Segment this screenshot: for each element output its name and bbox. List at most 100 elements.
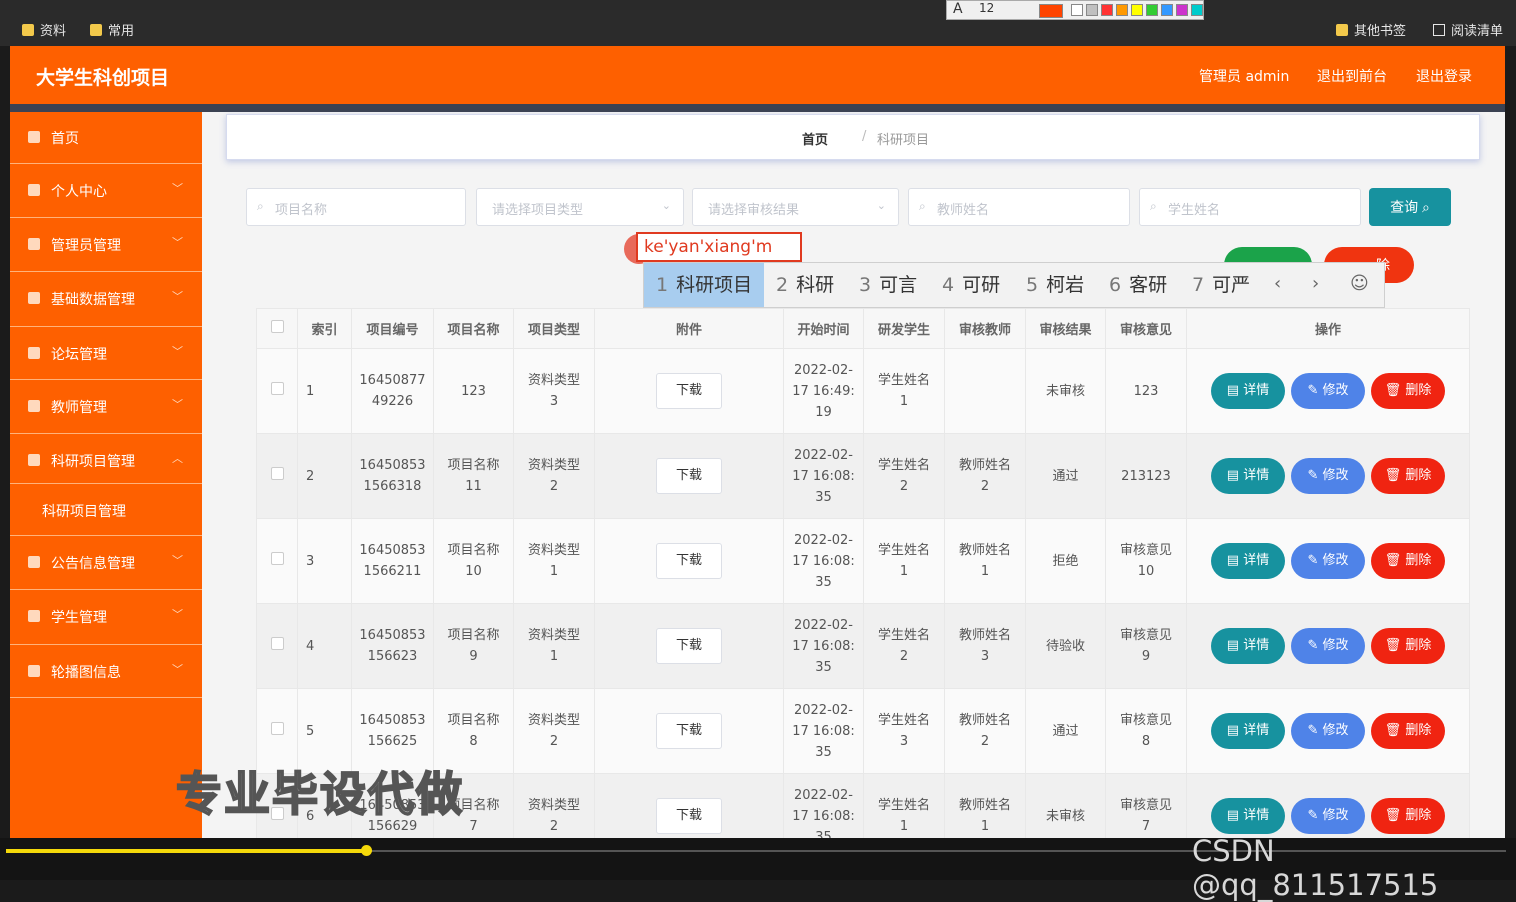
bookmark-folder-ziliao[interactable]: 资料 — [22, 20, 66, 39]
sidebar-item[interactable]: 基础数据管理 ﹀ — [10, 273, 202, 327]
exit-to-frontend-link[interactable]: 退出到前台 — [1317, 66, 1387, 86]
project-code-cell-line: 1566211 — [363, 564, 422, 579]
bookmark-folder-changyong[interactable]: 常用 — [90, 20, 134, 39]
row-checkbox[interactable] — [270, 466, 284, 480]
detail-button[interactable]: ▤ 详情 — [1211, 458, 1285, 494]
download-button[interactable]: 下载 — [656, 373, 722, 409]
color-swatch[interactable] — [1191, 4, 1203, 16]
download-button[interactable]: 下载 — [656, 458, 722, 494]
edit-button[interactable]: ✎ 修改 — [1291, 713, 1365, 749]
ime-candidate[interactable]: 6 客研 — [1097, 263, 1179, 307]
pencil-icon: ✎ — [1307, 383, 1323, 398]
sidebar-item-label: 科研项目管理 — [42, 504, 126, 520]
trash-icon: 🗑 — [1384, 468, 1406, 483]
delete-button[interactable]: 🗑 删除 — [1371, 628, 1445, 664]
prev-page-icon[interactable]: ‹ — [1274, 273, 1281, 294]
review-opinion-cell-line: 审核意见 — [1119, 628, 1172, 643]
breadcrumb-separator: / — [862, 129, 867, 144]
download-button[interactable]: 下载 — [656, 713, 722, 749]
color-swatch[interactable] — [1116, 4, 1128, 16]
ime-candidate-number: 1 — [656, 274, 669, 296]
next-page-icon[interactable]: › — [1312, 273, 1319, 294]
project-name-cell: 123 — [433, 348, 514, 434]
sidebar-item[interactable]: 论坛管理 ﹀ — [10, 328, 202, 380]
delete-button[interactable]: 🗑 删除 — [1371, 458, 1445, 494]
bookmark-folder-other[interactable]: 其他书签 — [1336, 20, 1406, 39]
start-time-cell-line: 17 16:08: — [792, 553, 855, 569]
detail-button[interactable]: ▤ 详情 — [1211, 798, 1285, 834]
review-result-select[interactable]: 请选择审核结果 ⌄ — [692, 188, 899, 226]
ime-candidate[interactable]: 2 科研 — [764, 263, 846, 307]
project-name-cell-line: 项目名称 — [447, 628, 500, 643]
project-code-cell: 16450853 1566211 — [351, 518, 434, 604]
ime-candidate[interactable]: 1 科研项目 — [644, 263, 765, 307]
download-button[interactable]: 下载 — [656, 628, 722, 664]
main-content: 首页 / 科研项目 ⌕ 项目名称 请选择项目类型 ⌄ 请选择审核结果 ⌄ ⌕ 教… — [202, 112, 1505, 838]
download-button[interactable]: 下载 — [656, 798, 722, 834]
ime-candidate[interactable]: 5 柯岩 — [1014, 263, 1096, 307]
project-name-input[interactable]: ⌕ 项目名称 — [246, 188, 466, 226]
start-time-cell: 2022-02- 17 16:08: 35 — [783, 518, 864, 604]
font-size-select[interactable]: 12 — [979, 1, 994, 15]
ime-candidate[interactable]: 7 可严 — [1180, 263, 1262, 307]
detail-button[interactable]: ▤ 详情 — [1211, 373, 1285, 409]
color-swatch[interactable] — [1101, 4, 1113, 16]
column-header: 项目名称 — [433, 308, 514, 349]
color-swatch[interactable] — [1176, 4, 1188, 16]
color-swatch[interactable] — [1071, 4, 1083, 16]
emoji-icon[interactable]: ☺ — [1350, 273, 1369, 294]
edit-button[interactable]: ✎ 修改 — [1291, 373, 1365, 409]
row-checkbox[interactable] — [270, 381, 284, 395]
delete-button[interactable]: 🗑 删除 — [1371, 713, 1445, 749]
color-swatch[interactable] — [1039, 4, 1063, 18]
detail-button[interactable]: ▤ 详情 — [1211, 543, 1285, 579]
delete-button[interactable]: 🗑 删除 — [1371, 543, 1445, 579]
logout-link[interactable]: 退出登录 — [1416, 66, 1472, 86]
color-swatch[interactable] — [1161, 4, 1173, 16]
sidebar-item[interactable]: 科研项目管理 ︿ — [10, 435, 202, 484]
sidebar-item[interactable]: 首页 — [10, 112, 202, 164]
ime-candidate[interactable]: 3 可言 — [847, 263, 929, 307]
select-all-checkbox[interactable] — [270, 320, 284, 333]
sidebar-item[interactable]: 个人中心 ﹀ — [10, 165, 202, 218]
review-opinion-cell-line: 7 — [1141, 819, 1151, 834]
edit-button[interactable]: ✎ 修改 — [1291, 543, 1365, 579]
student-name-input[interactable]: ⌕ 学生姓名 — [1139, 188, 1361, 226]
query-button[interactable]: 查询 ⌕ — [1369, 188, 1451, 226]
delete-button[interactable]: 🗑 删除 — [1371, 373, 1445, 409]
sidebar-item[interactable]: 公告信息管理 ﹀ — [10, 537, 202, 590]
breadcrumb-home[interactable]: 首页 — [802, 129, 828, 148]
sidebar-item[interactable]: 学生管理 ﹀ — [10, 591, 202, 645]
trash-icon: 🗑 — [1384, 553, 1406, 568]
folder-icon — [90, 23, 102, 36]
ime-candidate[interactable]: 4 可研 — [930, 263, 1012, 307]
project-type-select[interactable]: 请选择项目类型 ⌄ — [476, 188, 684, 226]
row-checkbox[interactable] — [270, 636, 284, 650]
edit-button[interactable]: ✎ 修改 — [1291, 798, 1365, 834]
admin-link[interactable]: 管理员 admin — [1199, 66, 1289, 86]
reading-list[interactable]: 阅读清单 — [1433, 20, 1503, 39]
project-code-cell: 16450853 156623 — [351, 603, 434, 689]
chevron-down-icon: ﹀ — [172, 236, 183, 249]
sidebar-item[interactable]: 轮播图信息 ﹀ — [10, 646, 202, 698]
teacher-name-input[interactable]: ⌕ 教师姓名 — [908, 188, 1130, 226]
color-swatch[interactable] — [1086, 4, 1098, 16]
color-swatch[interactable] — [1131, 4, 1143, 16]
download-button[interactable]: 下载 — [656, 543, 722, 579]
edit-button[interactable]: ✎ 修改 — [1291, 458, 1365, 494]
column-header: 附件 — [594, 308, 784, 349]
pencil-icon: ✎ — [1307, 638, 1323, 653]
row-checkbox[interactable] — [270, 721, 284, 735]
color-swatch[interactable] — [1146, 4, 1158, 16]
sidebar-item[interactable]: 科研项目管理 — [10, 485, 202, 536]
edit-button[interactable]: ✎ 修改 — [1291, 628, 1365, 664]
progress-knob[interactable] — [361, 845, 372, 856]
attachment-cell: 下载 — [594, 348, 784, 434]
detail-button[interactable]: ▤ 详情 — [1211, 713, 1285, 749]
detail-button[interactable]: ▤ 详情 — [1211, 628, 1285, 664]
delete-button[interactable]: 🗑 删除 — [1371, 798, 1445, 834]
row-checkbox[interactable] — [270, 551, 284, 565]
sidebar-item[interactable]: 教师管理 ﹀ — [10, 381, 202, 434]
sidebar-item[interactable]: 管理员管理 ﹀ — [10, 219, 202, 272]
detail-button-label: 详情 — [1243, 553, 1270, 568]
